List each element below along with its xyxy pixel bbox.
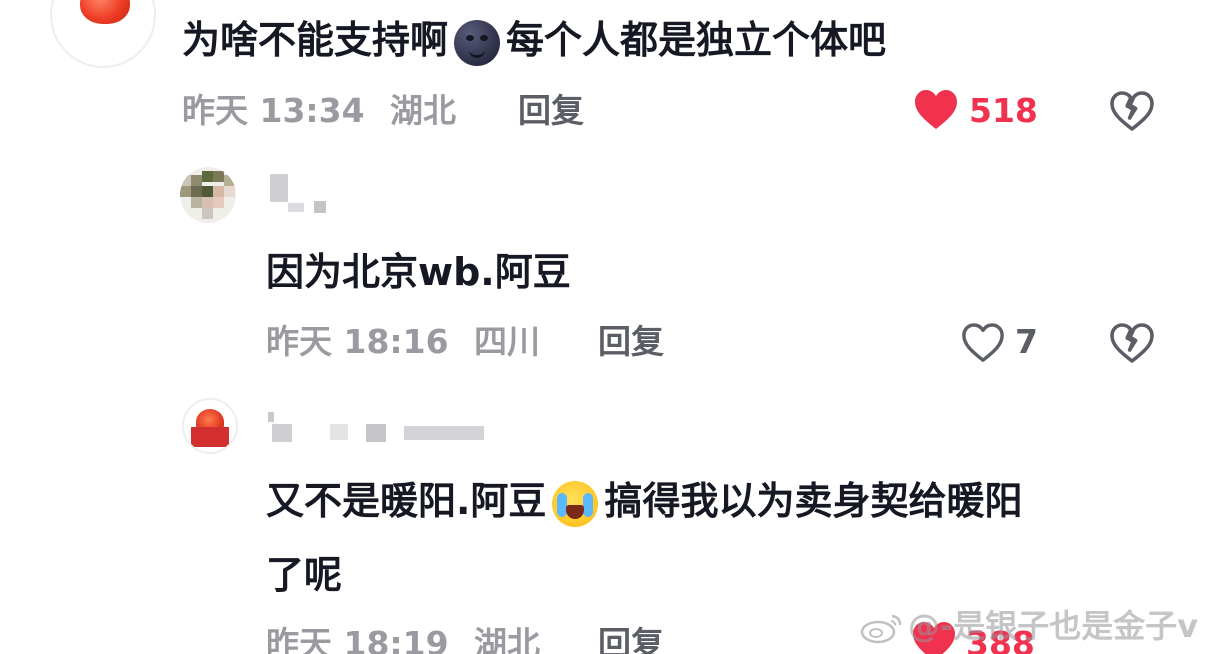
comment-meta: 昨天 13:34 湖北 [182, 91, 456, 131]
weibo-logo-icon [860, 614, 902, 644]
like-count: 518 [969, 91, 1038, 130]
reply-text: 因为北京wb.阿豆 [266, 250, 571, 294]
dislike-broken-heart-icon[interactable] [1108, 88, 1156, 132]
blurred-username [330, 424, 348, 440]
avatar-image [80, 0, 130, 24]
blurred-username [314, 201, 326, 213]
blurred-username [404, 426, 484, 440]
reply-text-line2: 了呢 [266, 553, 343, 597]
reply-button[interactable]: 回复 [518, 91, 584, 131]
reply-button[interactable]: 回复 [598, 624, 664, 654]
reply-meta: 昨天 18:19 湖北 [266, 624, 540, 654]
comment-list: 为啥不能支持啊 每个人都是独立个体吧 昨天 13:34 湖北 回复 518 因为北… [0, 0, 1206, 654]
reply-location: 四川 [474, 322, 541, 361]
blurred-username [366, 424, 386, 442]
comment-location: 湖北 [390, 91, 457, 130]
new-moon-face-emoji [454, 19, 501, 66]
heart-filled-icon[interactable] [912, 86, 960, 132]
reply-button[interactable]: 回复 [598, 322, 664, 362]
dislike-broken-heart-icon[interactable] [1108, 320, 1156, 364]
user-avatar[interactable] [182, 398, 238, 454]
like-count: 7 [1015, 322, 1038, 361]
reply-time: 昨天 18:19 [266, 624, 449, 654]
blurred-username [268, 412, 274, 422]
comment-time: 昨天 13:34 [182, 91, 365, 130]
reply-location: 湖北 [474, 624, 541, 654]
reply-meta: 昨天 18:16 四川 [266, 322, 540, 362]
weibo-watermark: @-是银子也是金子v [860, 606, 1198, 646]
loudly-crying-face-emoji [552, 480, 599, 527]
user-avatar[interactable] [180, 167, 236, 223]
blurred-username [272, 424, 292, 442]
reply-text: 又不是暖阳.阿豆 搞得我以为卖身契给暖阳 [266, 479, 1022, 527]
blurred-username [288, 203, 304, 212]
reply-time: 昨天 18:16 [266, 322, 449, 361]
user-avatar[interactable] [50, 0, 156, 68]
heart-outline-icon[interactable] [960, 320, 1006, 364]
blurred-username [270, 174, 288, 202]
comment-text: 为啥不能支持啊 每个人都是独立个体吧 [182, 18, 886, 66]
